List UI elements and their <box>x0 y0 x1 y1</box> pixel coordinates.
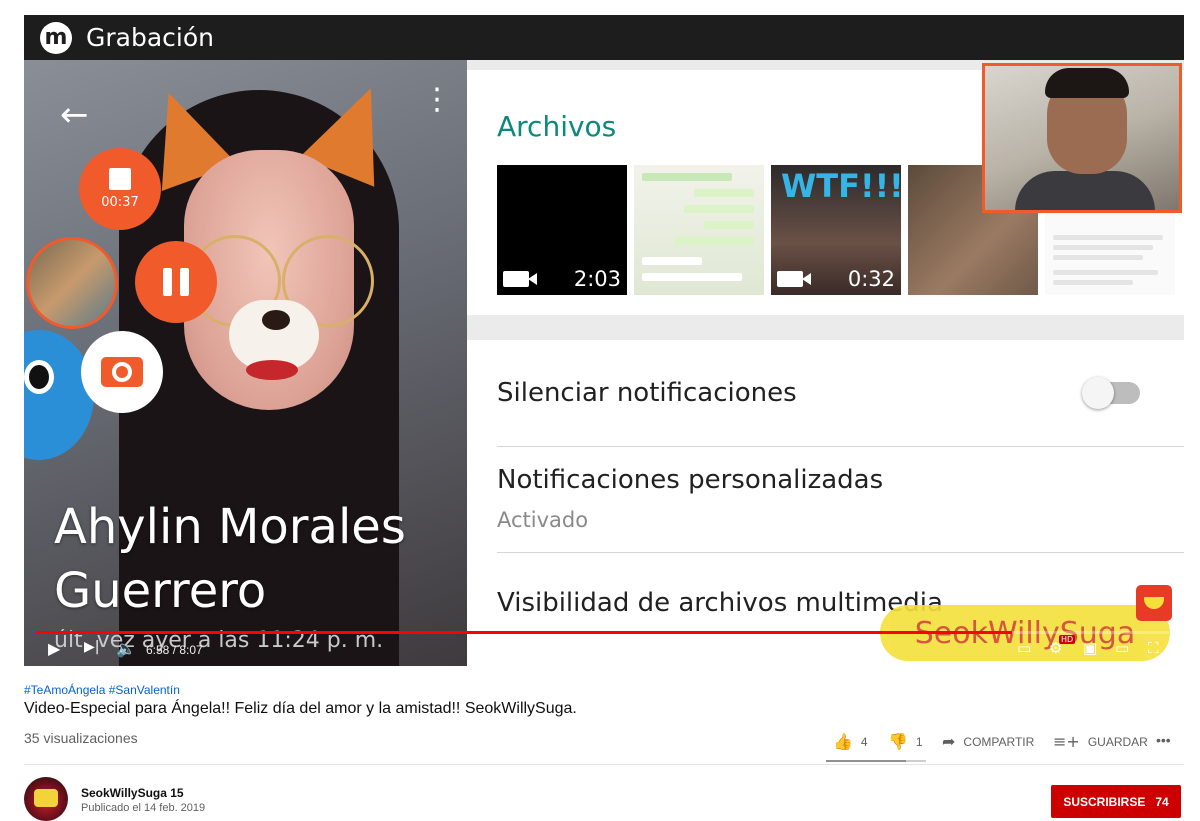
time-display: 6:58 / 8:07 <box>146 643 203 657</box>
camera-icon <box>101 357 143 387</box>
like-button[interactable]: 👍 4 <box>833 732 868 751</box>
file-duration: 0:32 <box>847 267 895 291</box>
share-arrow-icon: ➦ <box>942 732 956 751</box>
pause-icon <box>163 268 172 296</box>
subscriber-count: 74 <box>1155 794 1169 809</box>
back-arrow-icon[interactable]: ← <box>60 95 89 135</box>
fullscreen-icon[interactable]: ⛶ <box>1148 639 1159 657</box>
miniplayer-icon[interactable]: ▣ <box>1083 639 1097 657</box>
sentiment-bar <box>826 760 926 762</box>
sentiment-bar-likes <box>826 760 906 762</box>
pause-icon <box>180 268 189 296</box>
files-title: Archivos <box>497 110 617 143</box>
stop-icon <box>109 168 131 190</box>
media-visibility-label[interactable]: Visibilidad de archivos multimedia <box>497 588 943 618</box>
webcam-overlay <box>982 63 1182 213</box>
more-vert-icon[interactable]: ⋮ <box>422 85 452 115</box>
contact-name: Ahylin Morales Guerrero <box>54 495 406 623</box>
dislike-button[interactable]: 👎 1 <box>888 732 923 751</box>
plush-toy <box>24 330 94 460</box>
like-count: 4 <box>860 734 868 749</box>
channel-watermark-logo-icon[interactable] <box>1136 585 1172 621</box>
hd-badge: HD <box>1059 635 1076 644</box>
video-title: Video-Especial para Ángela!! Feliz día d… <box>24 700 577 717</box>
stop-recording-button[interactable]: 00:37 <box>79 148 161 230</box>
progress-bar-played <box>36 631 1012 634</box>
file-thumbnail[interactable]: 2:03 <box>497 165 627 295</box>
contact-name-line1: Ahylin Morales <box>54 499 406 555</box>
subscribe-label: SUSCRIBIRSE <box>1063 794 1146 809</box>
playlist-add-icon: ≡+ <box>1053 732 1080 751</box>
save-button[interactable]: ≡+ GUARDAR <box>1053 732 1148 751</box>
next-icon[interactable]: ▶| <box>84 639 99 655</box>
subscribe-button[interactable]: SUSCRIBIRSE 74 <box>1051 785 1181 818</box>
view-count: 35 visualizaciones <box>24 730 138 746</box>
mute-notifications-label[interactable]: Silenciar notificaciones <box>497 378 797 408</box>
more-actions-button[interactable]: ••• <box>1156 732 1171 748</box>
theater-mode-icon[interactable]: ▭ <box>1115 639 1129 657</box>
file-overlay-text: WTF!!! <box>781 167 901 205</box>
pause-recording-button[interactable] <box>135 241 217 323</box>
play-icon[interactable]: ▶ <box>48 639 60 658</box>
photo-lips <box>246 360 298 380</box>
recording-timer: 00:37 <box>101 195 139 210</box>
channel-logo-icon <box>34 789 58 807</box>
progress-bar[interactable] <box>36 631 1172 634</box>
webcam-person <box>1015 171 1155 210</box>
thumbs-down-icon: 👎 <box>888 732 908 751</box>
file-thumbnail[interactable]: WTF!!! 0:32 <box>771 165 901 295</box>
divider <box>497 446 1184 447</box>
thumbs-up-icon: 👍 <box>833 732 853 751</box>
recorder-logo-icon: m <box>40 21 72 54</box>
divider <box>497 552 1184 553</box>
webcam-hair <box>1045 68 1129 98</box>
contact-name-line2: Guerrero <box>54 563 267 619</box>
subtitles-icon[interactable]: ▭ <box>1017 639 1031 657</box>
player-controls: ▶ ▶| 🔈 6:58 / 8:07 ▭ ⚙ HD ▣ ▭ ⛶ <box>24 635 1184 666</box>
dislike-count: 1 <box>915 734 923 749</box>
share-label: COMPARTIR <box>963 734 1035 749</box>
file-duration: 2:03 <box>573 267 621 291</box>
custom-notifications-label[interactable]: Notificaciones personalizadas <box>497 465 883 495</box>
recording-title: Grabación <box>86 23 214 52</box>
video-camera-icon <box>777 271 811 287</box>
channel-name[interactable]: SeokWillySuga 15 <box>81 786 184 800</box>
share-button[interactable]: ➦ COMPARTIR <box>942 732 1034 751</box>
divider <box>24 764 1184 765</box>
more-horiz-icon: ••• <box>1156 732 1171 748</box>
toggle-knob <box>1082 377 1114 409</box>
recording-thumbnail[interactable] <box>26 237 118 329</box>
publish-date: Publicado el 14 feb. 2019 <box>81 802 206 814</box>
volume-icon[interactable]: 🔈 <box>116 639 136 658</box>
screenshot-button[interactable] <box>81 331 163 413</box>
channel-avatar[interactable] <box>24 777 68 821</box>
video-camera-icon <box>503 271 537 287</box>
custom-notifications-status: Activado <box>497 508 589 532</box>
video-hashtags[interactable]: #TeAmoÁngela #SanValentín <box>24 683 180 697</box>
recording-bar: m Grabación <box>24 15 1184 60</box>
video-player[interactable]: m Grabación ← ⋮ 00:37 Ahylin Morales Gue… <box>24 15 1184 666</box>
save-label: GUARDAR <box>1087 734 1148 749</box>
plush-toy-eye <box>24 360 54 394</box>
file-thumbnail[interactable] <box>634 165 764 295</box>
mute-notifications-toggle[interactable] <box>1082 377 1140 409</box>
fox-nose-filter <box>262 310 290 330</box>
